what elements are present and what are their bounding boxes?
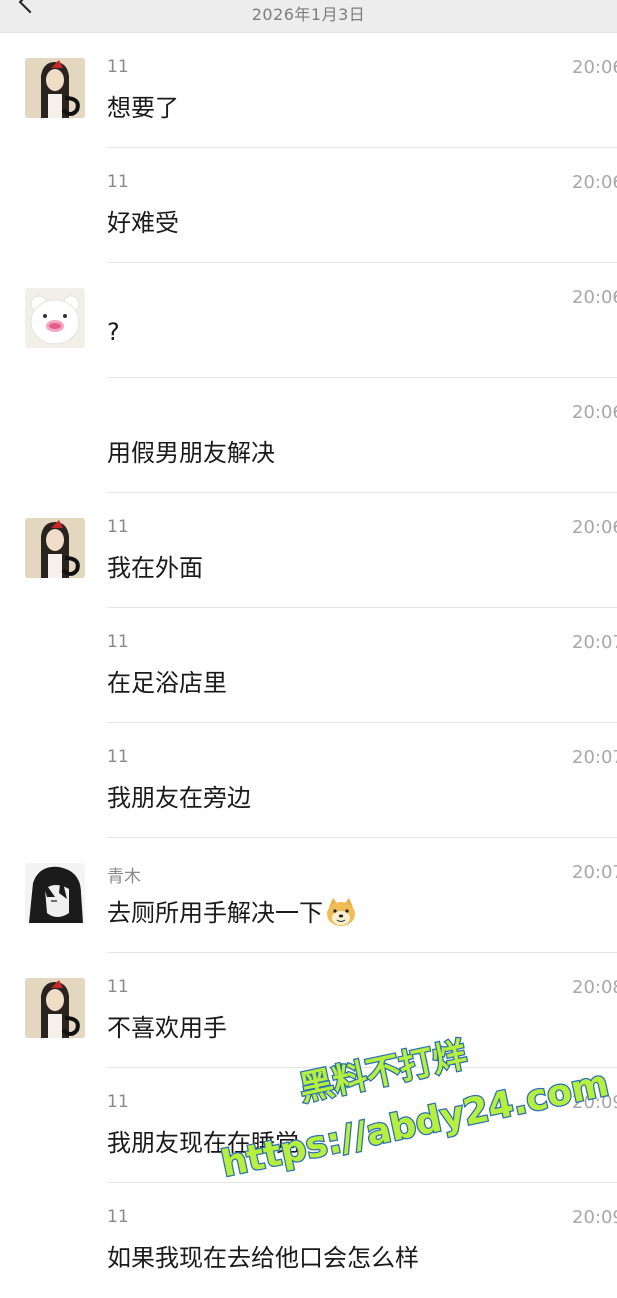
girl-avatar-icon: [25, 978, 85, 1038]
sender-name: 11: [107, 977, 129, 997]
message-row: 用假男朋友解决 20:06: [0, 378, 617, 493]
message-time: 20:06: [572, 287, 617, 308]
message-text: 不喜欢用手: [107, 1014, 227, 1042]
message-text: 想要了: [107, 94, 179, 122]
avatar[interactable]: [25, 288, 85, 348]
sender-name: 11: [107, 1092, 129, 1112]
message-time: 20:06: [572, 57, 617, 78]
message-text: 如果我现在去给他口会怎么样: [107, 1244, 419, 1272]
top-bar: 2026年1月3日: [0, 0, 617, 33]
message-text: ?: [107, 318, 120, 346]
message-row: 11 想要了 20:06: [0, 33, 617, 148]
message-time: 20:07: [572, 862, 617, 883]
message-time: 20:06: [572, 517, 617, 538]
message-row: 11 我在外面 20:06: [0, 493, 617, 608]
message-row: 11 我朋友在旁边 20:07: [0, 723, 617, 838]
message-text: 我朋友在旁边: [107, 784, 251, 812]
avatar[interactable]: [25, 58, 85, 118]
date-header: 2026年1月3日: [251, 5, 366, 24]
message-row: 11 好难受 20:06: [0, 148, 617, 263]
sender-name: 11: [107, 632, 129, 652]
avatar[interactable]: [25, 518, 85, 578]
message-text: 用假男朋友解决: [107, 439, 275, 467]
sender-name: 青木: [107, 867, 141, 887]
bear-avatar-icon: [25, 288, 85, 348]
message-row: 11 在足浴店里 20:07: [0, 608, 617, 723]
message-text: 好难受: [107, 209, 179, 237]
message-time: 20:06: [572, 402, 617, 423]
message-row: 11 我朋友现在在睡觉 20:09: [0, 1068, 617, 1183]
message-time: 20:06: [572, 172, 617, 193]
message-text: 在足浴店里: [107, 669, 227, 697]
message-time: 20:07: [572, 632, 617, 653]
sender-name: 11: [107, 1207, 129, 1227]
anime-avatar-icon: [25, 863, 85, 923]
message-time: 20:08: [572, 977, 617, 998]
message-time: 20:09: [572, 1092, 617, 1113]
message-text: 我在外面: [107, 554, 203, 582]
sender-name: 11: [107, 57, 129, 77]
message-text-content: 去厕所用手解决一下: [107, 899, 323, 927]
doge-emoji-icon: [325, 897, 357, 933]
message-row: ? 20:06: [0, 263, 617, 378]
girl-avatar-icon: [25, 518, 85, 578]
sender-name: 11: [107, 172, 129, 192]
message-text: 我朋友现在在睡觉: [107, 1129, 299, 1157]
girl-avatar-icon: [25, 58, 85, 118]
message-row: 青木 去厕所用手解决一下 20:07: [0, 838, 617, 953]
message-row: 11 如果我现在去给他口会怎么样 20:09: [0, 1183, 617, 1298]
sender-name: 11: [107, 747, 129, 767]
message-row: 11 不喜欢用手 20:08: [0, 953, 617, 1068]
message-text: 去厕所用手解决一下: [107, 893, 357, 933]
message-time: 20:09: [572, 1207, 617, 1228]
avatar[interactable]: [25, 863, 85, 923]
avatar[interactable]: [25, 978, 85, 1038]
sender-name: 11: [107, 517, 129, 537]
message-time: 20:07: [572, 747, 617, 768]
